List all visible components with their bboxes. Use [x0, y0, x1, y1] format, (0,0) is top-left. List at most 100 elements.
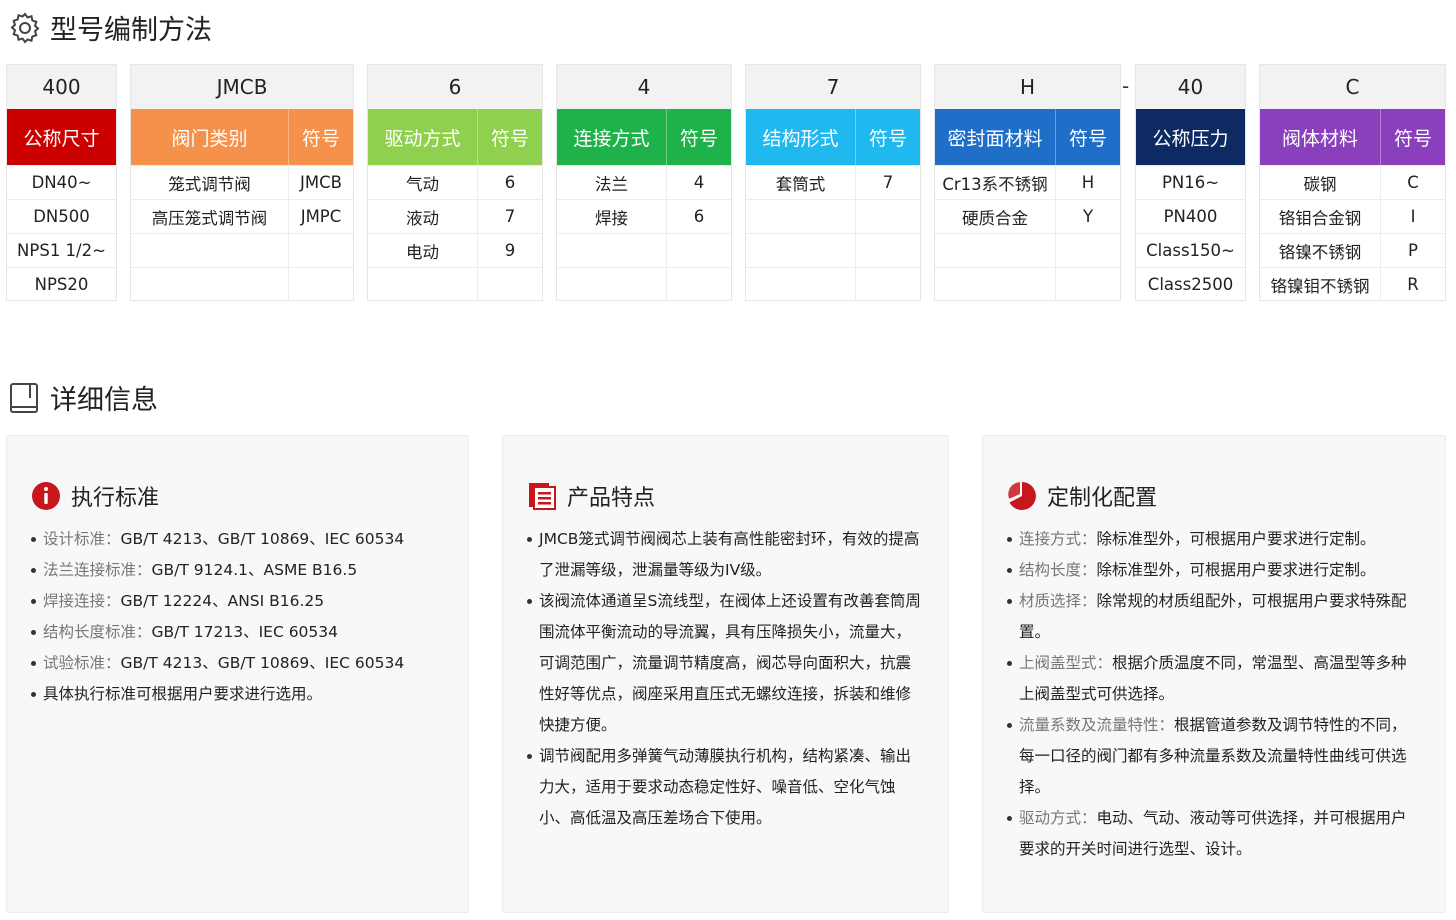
item-label: 材质选择：: [1019, 592, 1097, 610]
symbol-cell: [289, 267, 353, 301]
item-label: 流量系数及流量特性：: [1019, 716, 1175, 734]
symbol-cell: Y: [1056, 199, 1120, 233]
group-nominal-size: 400 公称尺寸 DN40~ DN500 NPS1 1/2~ NPS20: [6, 64, 117, 301]
group-seal-material: H 密封面材料 符号 Cr13系不锈钢 H 硬质合金 Y: [934, 64, 1121, 301]
group-structure: 7 结构形式 符号 套筒式 7: [745, 64, 921, 301]
option-cell: [746, 199, 856, 233]
list-item: 上阀盖型式：根据介质温度不同，常温型、高温型等多种上阀盖型式可供选择。: [1007, 648, 1421, 710]
symbol-cell: [856, 267, 920, 301]
card-title-text: 执行标准: [71, 486, 160, 511]
group-code: 400: [7, 65, 116, 109]
symbol-cell: [667, 267, 731, 301]
option-cell: [557, 267, 667, 301]
column-header: 阀门类别: [131, 109, 289, 165]
group-valve-type: JMCB 阀门类别 符号 笼式调节阀 JMCB 高压笼式调节阀 JMPC: [130, 64, 354, 301]
group-code: 6: [368, 65, 542, 109]
column-header: 驱动方式: [368, 109, 478, 165]
option-cell: 铬镍不锈钢: [1260, 233, 1381, 267]
symbol-cell: 4: [667, 165, 731, 199]
option-cell: [935, 233, 1056, 267]
symbol-header: 符号: [478, 109, 542, 165]
list-item: 试验标准：GB/T 4213、GB/T 10869、IEC 60534: [31, 648, 444, 679]
group-code: 40: [1136, 65, 1245, 109]
list-item: 连接方式：除标准型外，可根据用户要求进行定制。: [1007, 524, 1421, 555]
item-text: GB/T 12224、ANSI B16.25: [120, 592, 325, 610]
separator-dash: -: [1122, 74, 1130, 98]
symbol-cell: [856, 199, 920, 233]
column-header: 连接方式: [557, 109, 667, 165]
pie-chart-icon: [1007, 481, 1037, 511]
symbol-cell: I: [1381, 199, 1445, 233]
item-label: 结构长度标准：: [43, 623, 152, 641]
book-icon: [8, 381, 42, 415]
option-cell: 笼式调节阀: [131, 165, 289, 199]
item-text: 除标准型外，可根据用户要求进行定制。: [1096, 561, 1376, 579]
option-cell: Cr13系不锈钢: [935, 165, 1056, 199]
option-cell: [131, 233, 289, 267]
document-list-icon: [527, 481, 557, 511]
item-label: 连接方式：: [1019, 530, 1097, 548]
option-cell: 法兰: [557, 165, 667, 199]
card-list: 设计标准：GB/T 4213、GB/T 10869、IEC 60534 法兰连接标…: [31, 524, 444, 710]
symbol-cell: [856, 233, 920, 267]
option-cell: [746, 267, 856, 301]
option-cell: 液动: [368, 199, 478, 233]
list-item: 驱动方式：电动、气动、液动等可供选择，并可根据用户要求的开关时间进行选型、设计。: [1007, 803, 1421, 865]
option-cell: [557, 233, 667, 267]
card-standards: 执行标准 设计标准：GB/T 4213、GB/T 10869、IEC 60534…: [6, 435, 469, 913]
symbol-cell: P: [1381, 233, 1445, 267]
symbol-cell: [1056, 267, 1120, 301]
group-actuation: 6 驱动方式 符号 气动 6 液动 7 电动 9: [367, 64, 543, 301]
option-cell: 硬质合金: [935, 199, 1056, 233]
item-text: GB/T 4213、GB/T 10869、IEC 60534: [120, 530, 405, 548]
column-header: 结构形式: [746, 109, 856, 165]
list-item: 结构长度标准：GB/T 17213、IEC 60534: [31, 617, 444, 648]
group-pressure: 40 公称压力 PN16~ PN400 Class150~ Class2500: [1135, 64, 1246, 301]
column-header: 密封面材料: [935, 109, 1056, 165]
list-item: 焊接连接：GB/T 12224、ANSI B16.25: [31, 586, 444, 617]
option-cell: 电动: [368, 233, 478, 267]
item-text: GB/T 4213、GB/T 10869、IEC 60534: [120, 654, 405, 672]
card-title-text: 产品特点: [567, 486, 656, 511]
symbol-cell: 6: [478, 165, 542, 199]
option-cell: Class150~: [1136, 233, 1245, 267]
option-cell: [935, 267, 1056, 301]
symbol-cell: 9: [478, 233, 542, 267]
card-list: 连接方式：除标准型外，可根据用户要求进行定制。 结构长度：除标准型外，可根据用户要…: [1007, 524, 1421, 865]
item-label: 焊接连接：: [43, 592, 121, 610]
item-label: 结构长度：: [1019, 561, 1097, 579]
option-cell: NPS1 1/2~: [7, 233, 116, 267]
section-title-text: 详细信息: [50, 385, 158, 416]
card-title: 执行标准: [31, 480, 159, 512]
list-item: 流量系数及流量特性：根据管道参数及调节特性的不同，每一口径的阀门都有多种流量系数…: [1007, 710, 1421, 803]
list-item: 设计标准：GB/T 4213、GB/T 10869、IEC 60534: [31, 524, 444, 555]
item-text: 具体执行标准可根据用户要求进行选用。: [43, 685, 323, 703]
item-label: 驱动方式：: [1019, 809, 1097, 827]
symbol-cell: R: [1381, 267, 1445, 301]
option-cell: PN16~: [1136, 165, 1245, 199]
symbol-cell: [667, 233, 731, 267]
section-title-text: 型号编制方法: [50, 15, 212, 46]
list-item: JMCB笼式调节阀阀芯上装有高性能密封环，有效的提高了泄漏等级，泄漏量等级为IV…: [527, 524, 924, 586]
group-code: C: [1260, 65, 1445, 109]
group-body-material: C 阀体材料 符号 碳钢 C 铬钼合金钢 I 铬镍不锈钢 P 铬镍钼不锈钢 R: [1259, 64, 1446, 301]
option-cell: NPS20: [7, 267, 116, 301]
symbol-cell: 7: [478, 199, 542, 233]
option-cell: Class2500: [1136, 267, 1245, 301]
list-item: 法兰连接标准：GB/T 9124.1、ASME B16.5: [31, 555, 444, 586]
item-text: 调节阀配用多弹簧气动薄膜执行机构，结构紧凑、输出力大，适用于要求动态稳定性好、噪…: [539, 747, 912, 827]
list-item: 具体执行标准可根据用户要求进行选用。: [31, 679, 444, 710]
list-item: 材质选择：除常规的材质组配外，可根据用户要求特殊配置。: [1007, 586, 1421, 648]
option-cell: 铬镍钼不锈钢: [1260, 267, 1381, 301]
option-cell: 高压笼式调节阀: [131, 199, 289, 233]
card-title-text: 定制化配置: [1047, 486, 1158, 511]
group-code: H: [935, 65, 1120, 109]
item-text: 该阀流体通道呈S流线型，在阀体上还设置有改善套筒周围流体平衡流动的导流翼，具有压…: [539, 592, 921, 734]
card-title: 定制化配置: [1007, 480, 1157, 512]
option-cell: 焊接: [557, 199, 667, 233]
symbol-cell: [1056, 233, 1120, 267]
gear-icon: [8, 11, 42, 45]
item-text: JMCB笼式调节阀阀芯上装有高性能密封环，有效的提高了泄漏等级，泄漏量等级为IV…: [539, 530, 920, 579]
item-text: 除标准型外，可根据用户要求进行定制。: [1096, 530, 1376, 548]
symbol-cell: JMCB: [289, 165, 353, 199]
